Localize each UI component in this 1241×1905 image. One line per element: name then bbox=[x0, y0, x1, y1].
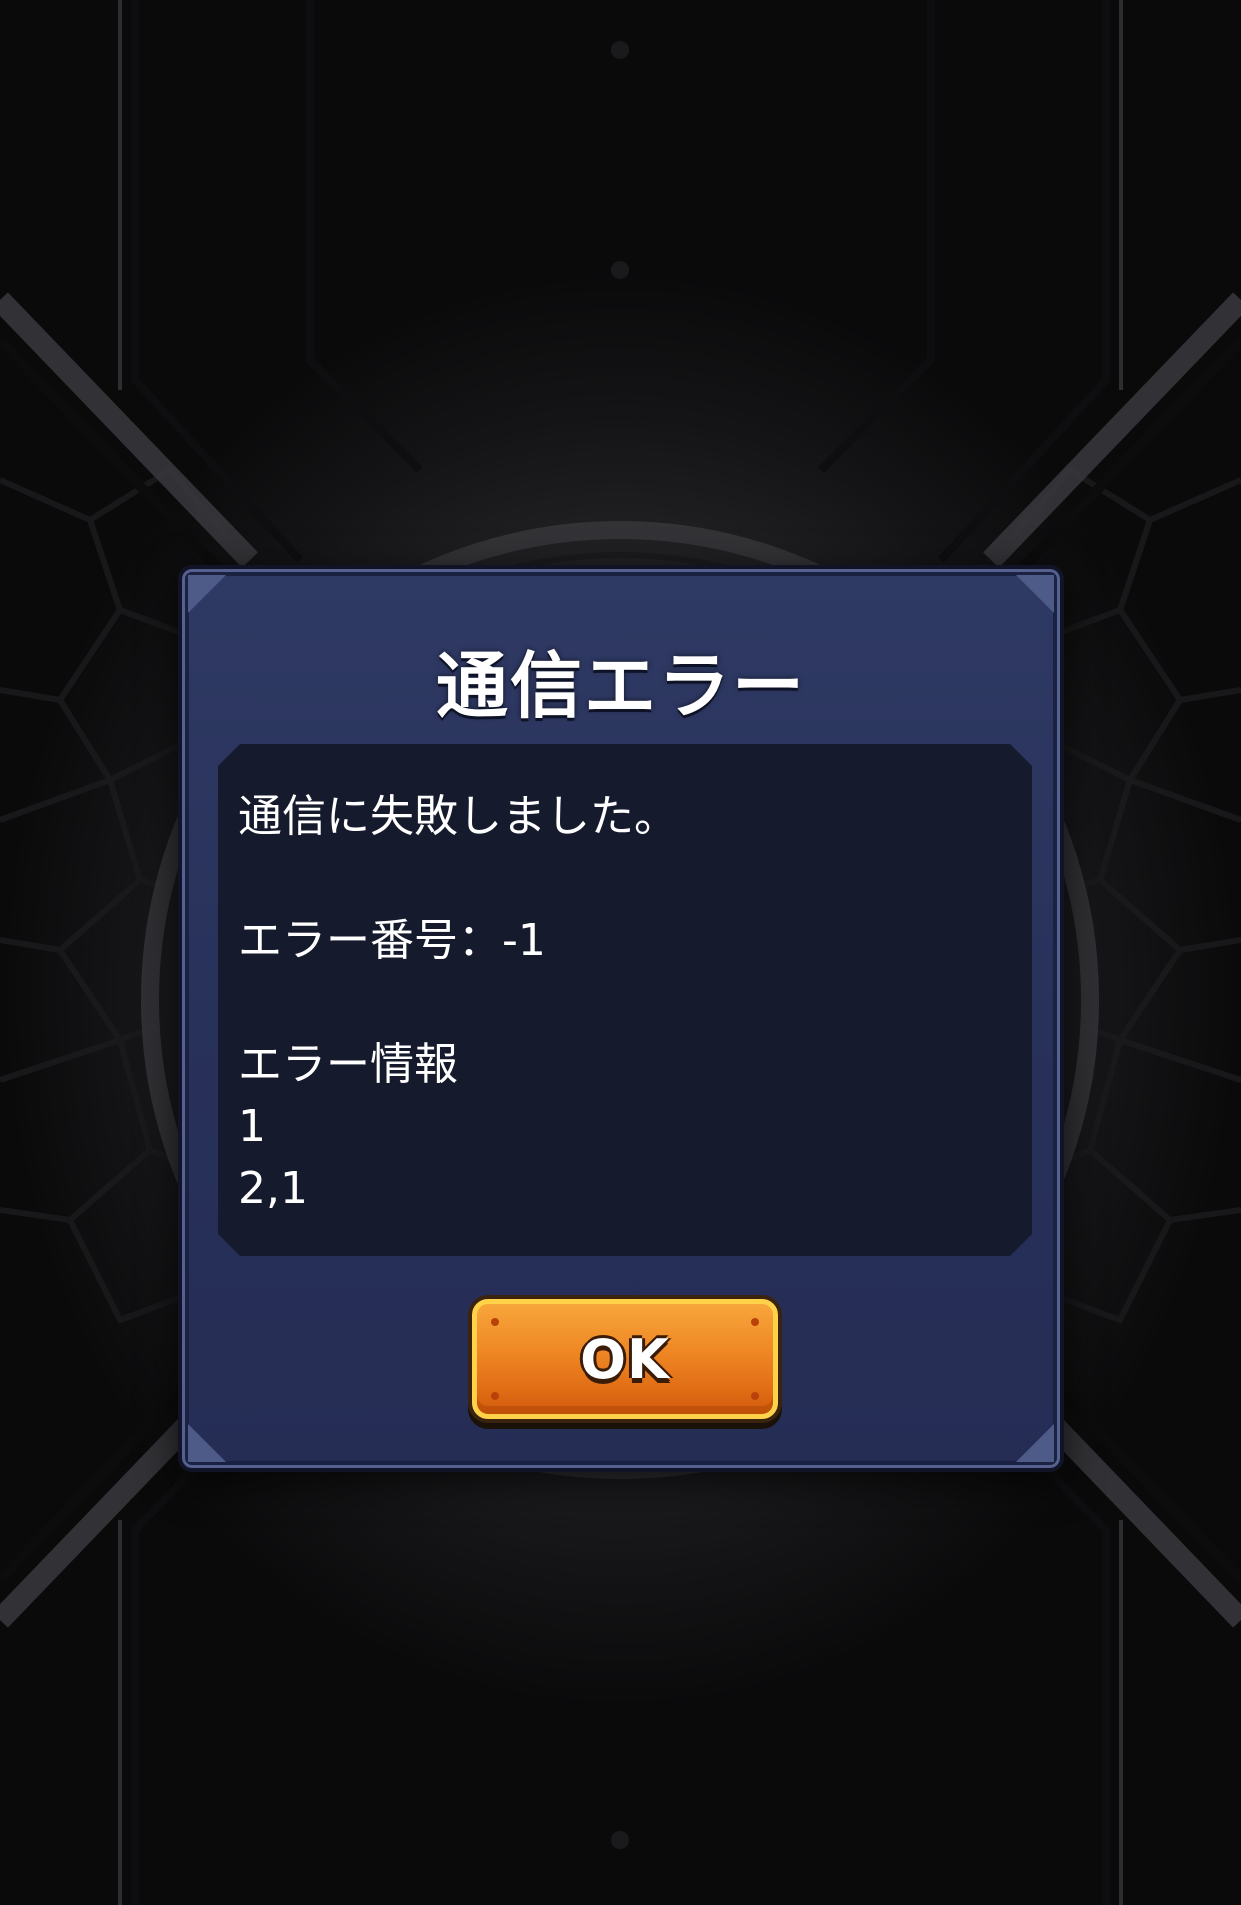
ok-button[interactable]: OK bbox=[472, 1299, 778, 1419]
error-dialog: 通信エラー 通信に失敗しました。 エラー番号：-1 エラー情報 1 2,1 OK bbox=[178, 565, 1064, 1472]
error-info-line: 2,1 bbox=[238, 1163, 308, 1214]
error-info-label: エラー情報 bbox=[238, 1039, 458, 1090]
dialog-title: 通信エラー bbox=[435, 644, 806, 728]
dialog-corner-ornament bbox=[188, 575, 226, 613]
game-screen: 通信エラー 通信に失敗しました。 エラー番号：-1 エラー情報 1 2,1 OK bbox=[0, 0, 1241, 1905]
error-number: エラー番号：-1 bbox=[238, 915, 546, 966]
error-info-line: 1 bbox=[238, 1101, 266, 1152]
dialog-corner-ornament bbox=[1016, 1424, 1054, 1462]
message-text: 通信に失敗しました。 bbox=[238, 791, 678, 842]
ok-button-label: OK bbox=[580, 1327, 670, 1391]
dialog-corner-ornament bbox=[188, 1424, 226, 1462]
message-box: 通信に失敗しました。 エラー番号：-1 エラー情報 1 2,1 bbox=[218, 744, 1032, 1256]
dialog-corner-ornament bbox=[1016, 575, 1054, 613]
